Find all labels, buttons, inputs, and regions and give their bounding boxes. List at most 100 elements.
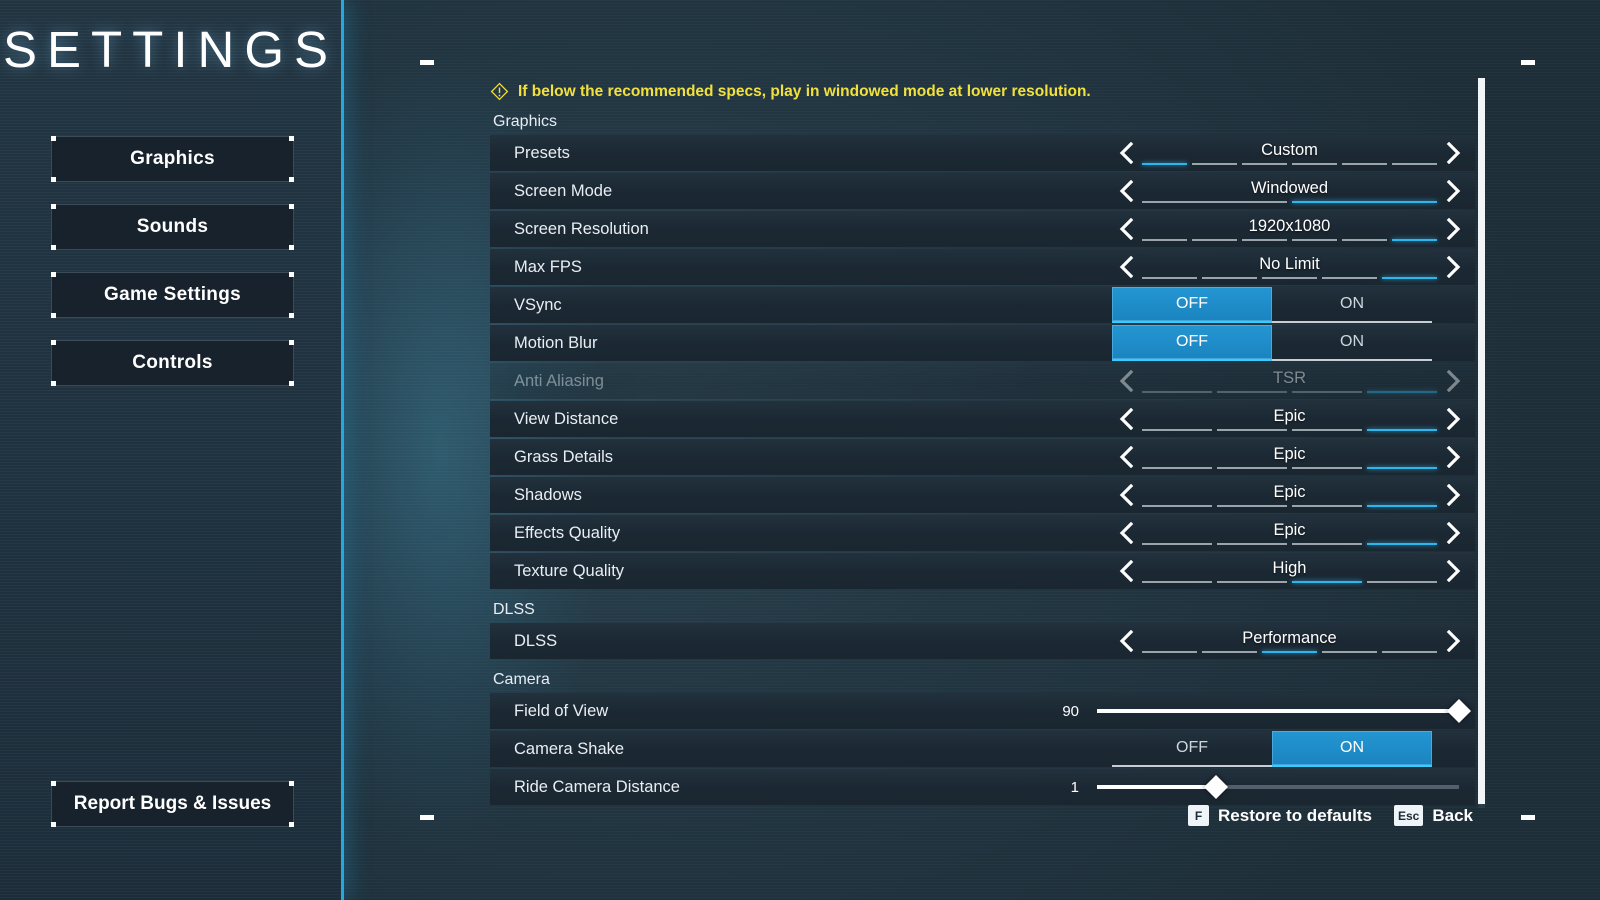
setting-row-screen-resolution[interactable]: Screen Resolution 1920x1080 bbox=[490, 211, 1475, 247]
stepper-body: High bbox=[1140, 553, 1439, 589]
setting-row-field-of-view[interactable]: Field of View 90 bbox=[490, 693, 1475, 729]
stepper-body: No Limit bbox=[1140, 249, 1439, 285]
setting-row-motion-blur[interactable]: Motion Blur OFF ON bbox=[490, 325, 1475, 361]
chevron-right-icon[interactable] bbox=[1439, 404, 1467, 434]
slider-fill bbox=[1097, 785, 1217, 789]
slider-track[interactable] bbox=[1097, 698, 1472, 724]
setting-label: Grass Details bbox=[514, 447, 614, 466]
setting-label: Presets bbox=[514, 143, 570, 162]
setting-label: Effects Quality bbox=[514, 523, 621, 542]
setting-label: DLSS bbox=[514, 631, 558, 650]
report-bugs-label: Report Bugs & Issues bbox=[73, 793, 272, 814]
restore-defaults-label: Restore to defaults bbox=[1218, 805, 1372, 825]
corner-marker-top-left bbox=[420, 60, 434, 65]
setting-value: Performance bbox=[1242, 629, 1337, 647]
chevron-left-icon[interactable] bbox=[1112, 556, 1140, 586]
chevron-right-icon[interactable] bbox=[1439, 442, 1467, 472]
chevron-left-icon[interactable] bbox=[1112, 176, 1140, 206]
warning-triangle-icon bbox=[490, 82, 509, 101]
key-hints-bar: F Restore to defaults Esc Back bbox=[1188, 805, 1473, 826]
sidebar-item-game-settings[interactable]: Game Settings bbox=[51, 272, 294, 318]
chevron-left-icon[interactable] bbox=[1112, 480, 1140, 510]
setting-row-shadows[interactable]: Shadows Epic bbox=[490, 477, 1475, 513]
slider-fill bbox=[1097, 709, 1459, 713]
stepper-body: Performance bbox=[1140, 623, 1439, 659]
toggle-option-off[interactable]: OFF bbox=[1112, 287, 1272, 323]
sidebar-item-graphics[interactable]: Graphics bbox=[51, 136, 294, 182]
sidebar-item-sounds[interactable]: Sounds bbox=[51, 204, 294, 250]
chevron-right-icon[interactable] bbox=[1439, 252, 1467, 282]
toggle-motion-blur: OFF ON bbox=[1112, 325, 1432, 361]
setting-row-dlss[interactable]: DLSS Performance bbox=[490, 623, 1475, 659]
slider-field-of-view[interactable]: 90 bbox=[1037, 693, 1472, 729]
toggle-option-on[interactable]: ON bbox=[1272, 731, 1432, 767]
chevron-right-icon[interactable] bbox=[1439, 176, 1467, 206]
chevron-left-icon[interactable] bbox=[1112, 214, 1140, 244]
key-f-icon: F bbox=[1188, 805, 1210, 826]
settings-panel: If below the recommended specs, play in … bbox=[420, 60, 1535, 826]
setting-row-view-distance[interactable]: View Distance Epic bbox=[490, 401, 1475, 437]
setting-row-screen-mode[interactable]: Screen Mode Windowed bbox=[490, 173, 1475, 209]
chevron-left-icon[interactable] bbox=[1112, 442, 1140, 472]
toggle-option-on[interactable]: ON bbox=[1272, 287, 1432, 323]
segment-indicator bbox=[1142, 277, 1437, 279]
setting-value: Custom bbox=[1261, 141, 1318, 159]
slider-value: 1 bbox=[1070, 778, 1079, 796]
back-hint[interactable]: Esc Back bbox=[1394, 805, 1473, 826]
chevron-right-icon[interactable] bbox=[1439, 138, 1467, 168]
slider-ride-camera-distance[interactable]: 1 bbox=[1037, 769, 1467, 805]
setting-label: Field of View bbox=[514, 701, 609, 720]
stepper-anti-aliasing: TSR bbox=[1112, 363, 1467, 399]
segment-indicator bbox=[1142, 429, 1437, 431]
setting-label: Anti Aliasing bbox=[514, 371, 604, 390]
slider-value: 90 bbox=[1062, 702, 1079, 720]
chevron-left-icon[interactable] bbox=[1112, 252, 1140, 282]
settings-list: Graphics Presets Custom Screen Mode Wind… bbox=[490, 109, 1475, 809]
toggle-option-off[interactable]: OFF bbox=[1112, 325, 1272, 361]
setting-value: Epic bbox=[1273, 521, 1306, 539]
key-esc-icon: Esc bbox=[1394, 805, 1424, 826]
setting-label: Ride Camera Distance bbox=[514, 777, 680, 796]
setting-value: Epic bbox=[1273, 445, 1306, 463]
setting-label: VSync bbox=[514, 295, 562, 314]
stepper-view-distance: Epic bbox=[1112, 401, 1467, 437]
back-label: Back bbox=[1432, 805, 1473, 825]
slider-knob[interactable] bbox=[1204, 774, 1229, 800]
toggle-option-off[interactable]: OFF bbox=[1112, 731, 1272, 767]
toggle-option-on[interactable]: ON bbox=[1272, 325, 1432, 361]
scrollbar-thumb[interactable] bbox=[1478, 78, 1485, 804]
restore-defaults-hint[interactable]: F Restore to defaults bbox=[1188, 805, 1372, 826]
chevron-right-icon[interactable] bbox=[1439, 480, 1467, 510]
setting-row-effects-quality[interactable]: Effects Quality Epic bbox=[490, 515, 1475, 551]
slider-track[interactable] bbox=[1097, 774, 1459, 800]
segment-indicator bbox=[1142, 163, 1437, 165]
chevron-left-icon[interactable] bbox=[1112, 138, 1140, 168]
sidebar-item-label: Game Settings bbox=[104, 284, 241, 305]
setting-row-texture-quality[interactable]: Texture Quality High bbox=[490, 553, 1475, 589]
setting-row-camera-shake[interactable]: Camera Shake OFF ON bbox=[490, 731, 1475, 767]
setting-row-ride-camera-distance[interactable]: Ride Camera Distance 1 bbox=[490, 769, 1475, 805]
sidebar-item-controls[interactable]: Controls bbox=[51, 340, 294, 386]
sidebar: SETTINGS Graphics Sounds Game Settings C… bbox=[0, 0, 344, 900]
chevron-right-icon[interactable] bbox=[1439, 518, 1467, 548]
chevron-right-icon[interactable] bbox=[1439, 626, 1467, 656]
chevron-right-icon[interactable] bbox=[1439, 214, 1467, 244]
settings-scrollbar[interactable] bbox=[1478, 78, 1485, 808]
stepper-body: Epic bbox=[1140, 477, 1439, 513]
setting-label: Max FPS bbox=[514, 257, 582, 276]
page-title: SETTINGS bbox=[2, 21, 339, 78]
spec-warning-text: If below the recommended specs, play in … bbox=[518, 82, 1091, 100]
report-bugs-button[interactable]: Report Bugs & Issues bbox=[51, 781, 294, 827]
setting-value: High bbox=[1272, 559, 1307, 577]
slider-knob[interactable] bbox=[1446, 698, 1472, 724]
setting-row-max-fps[interactable]: Max FPS No Limit bbox=[490, 249, 1475, 285]
setting-row-presets[interactable]: Presets Custom bbox=[490, 135, 1475, 171]
chevron-left-icon[interactable] bbox=[1112, 404, 1140, 434]
chevron-right-icon[interactable] bbox=[1439, 556, 1467, 586]
stepper-body: Epic bbox=[1140, 439, 1439, 475]
stepper-body: Epic bbox=[1140, 401, 1439, 437]
setting-row-vsync[interactable]: VSync OFF ON bbox=[490, 287, 1475, 323]
chevron-left-icon[interactable] bbox=[1112, 518, 1140, 548]
setting-row-grass-details[interactable]: Grass Details Epic bbox=[490, 439, 1475, 475]
chevron-left-icon[interactable] bbox=[1112, 626, 1140, 656]
